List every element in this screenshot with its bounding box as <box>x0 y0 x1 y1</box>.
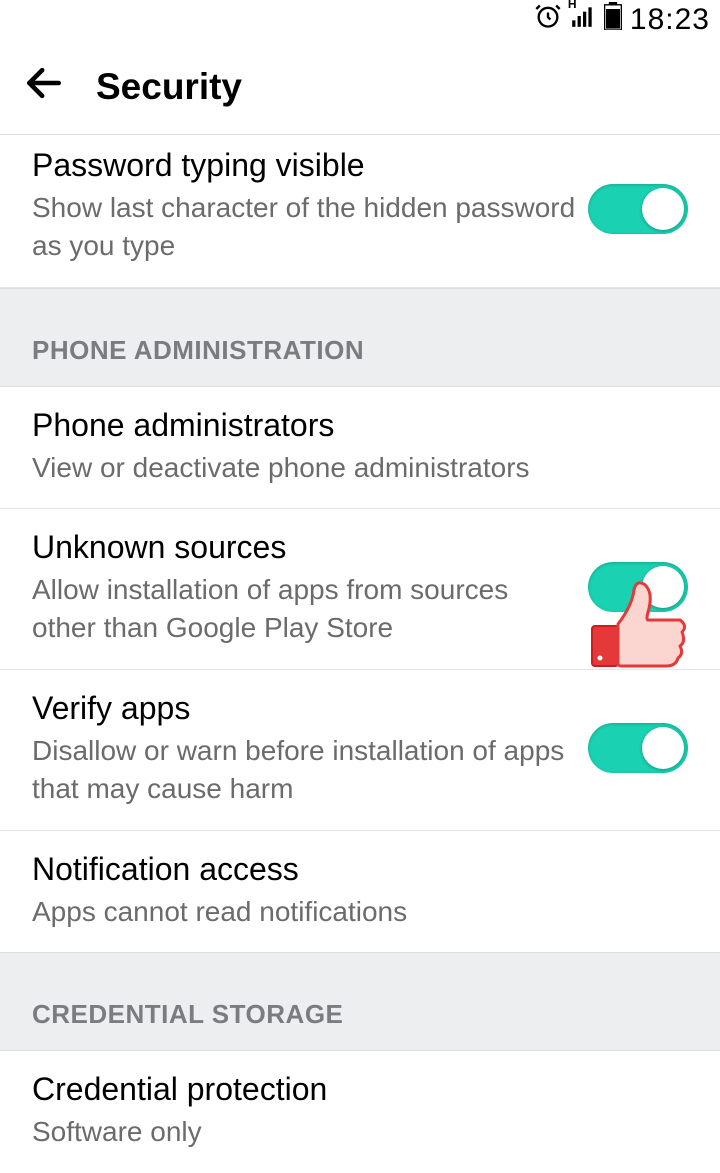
status-bar: H 18:23 <box>0 0 720 40</box>
toggle-password-visible[interactable] <box>588 184 688 234</box>
settings-list: Password typing visible Show last charac… <box>0 135 720 1173</box>
thumbs-up-icon <box>588 580 688 668</box>
row-credential-protection[interactable]: Credential protection Software only <box>0 1051 720 1173</box>
setting-desc: Allow installation of apps from sources … <box>32 571 578 647</box>
setting-desc: Show last character of the hidden passwo… <box>32 189 578 265</box>
battery-icon <box>604 2 622 38</box>
row-phone-administrators[interactable]: Phone administrators View or deactivate … <box>0 387 720 510</box>
toggle-verify-apps[interactable] <box>588 723 688 773</box>
page-title: Security <box>96 66 242 108</box>
row-notification-access[interactable]: Notification access Apps cannot read not… <box>0 831 720 953</box>
section-credential-storage: CREDENTIAL STORAGE <box>0 952 720 1051</box>
back-arrow-icon[interactable] <box>22 61 66 113</box>
setting-title: Password typing visible <box>32 145 578 185</box>
setting-title: Verify apps <box>32 688 578 728</box>
section-phone-administration: PHONE ADMINISTRATION <box>0 288 720 387</box>
row-password-typing-visible[interactable]: Password typing visible Show last charac… <box>0 135 720 288</box>
alarm-icon <box>534 2 562 38</box>
setting-title: Credential protection <box>32 1069 678 1109</box>
app-header: Security <box>0 40 720 135</box>
setting-desc: Disallow or warn before installation of … <box>32 732 578 808</box>
setting-desc: Software only <box>32 1113 678 1151</box>
status-time: 18:23 <box>630 3 710 37</box>
row-verify-apps[interactable]: Verify apps Disallow or warn before inst… <box>0 670 720 831</box>
signal-icon: H <box>570 3 596 37</box>
setting-desc: View or deactivate phone administrators <box>32 449 678 487</box>
setting-title: Unknown sources <box>32 527 578 567</box>
setting-title: Phone administrators <box>32 405 678 445</box>
setting-title: Notification access <box>32 849 678 889</box>
setting-desc: Apps cannot read notifications <box>32 893 678 931</box>
